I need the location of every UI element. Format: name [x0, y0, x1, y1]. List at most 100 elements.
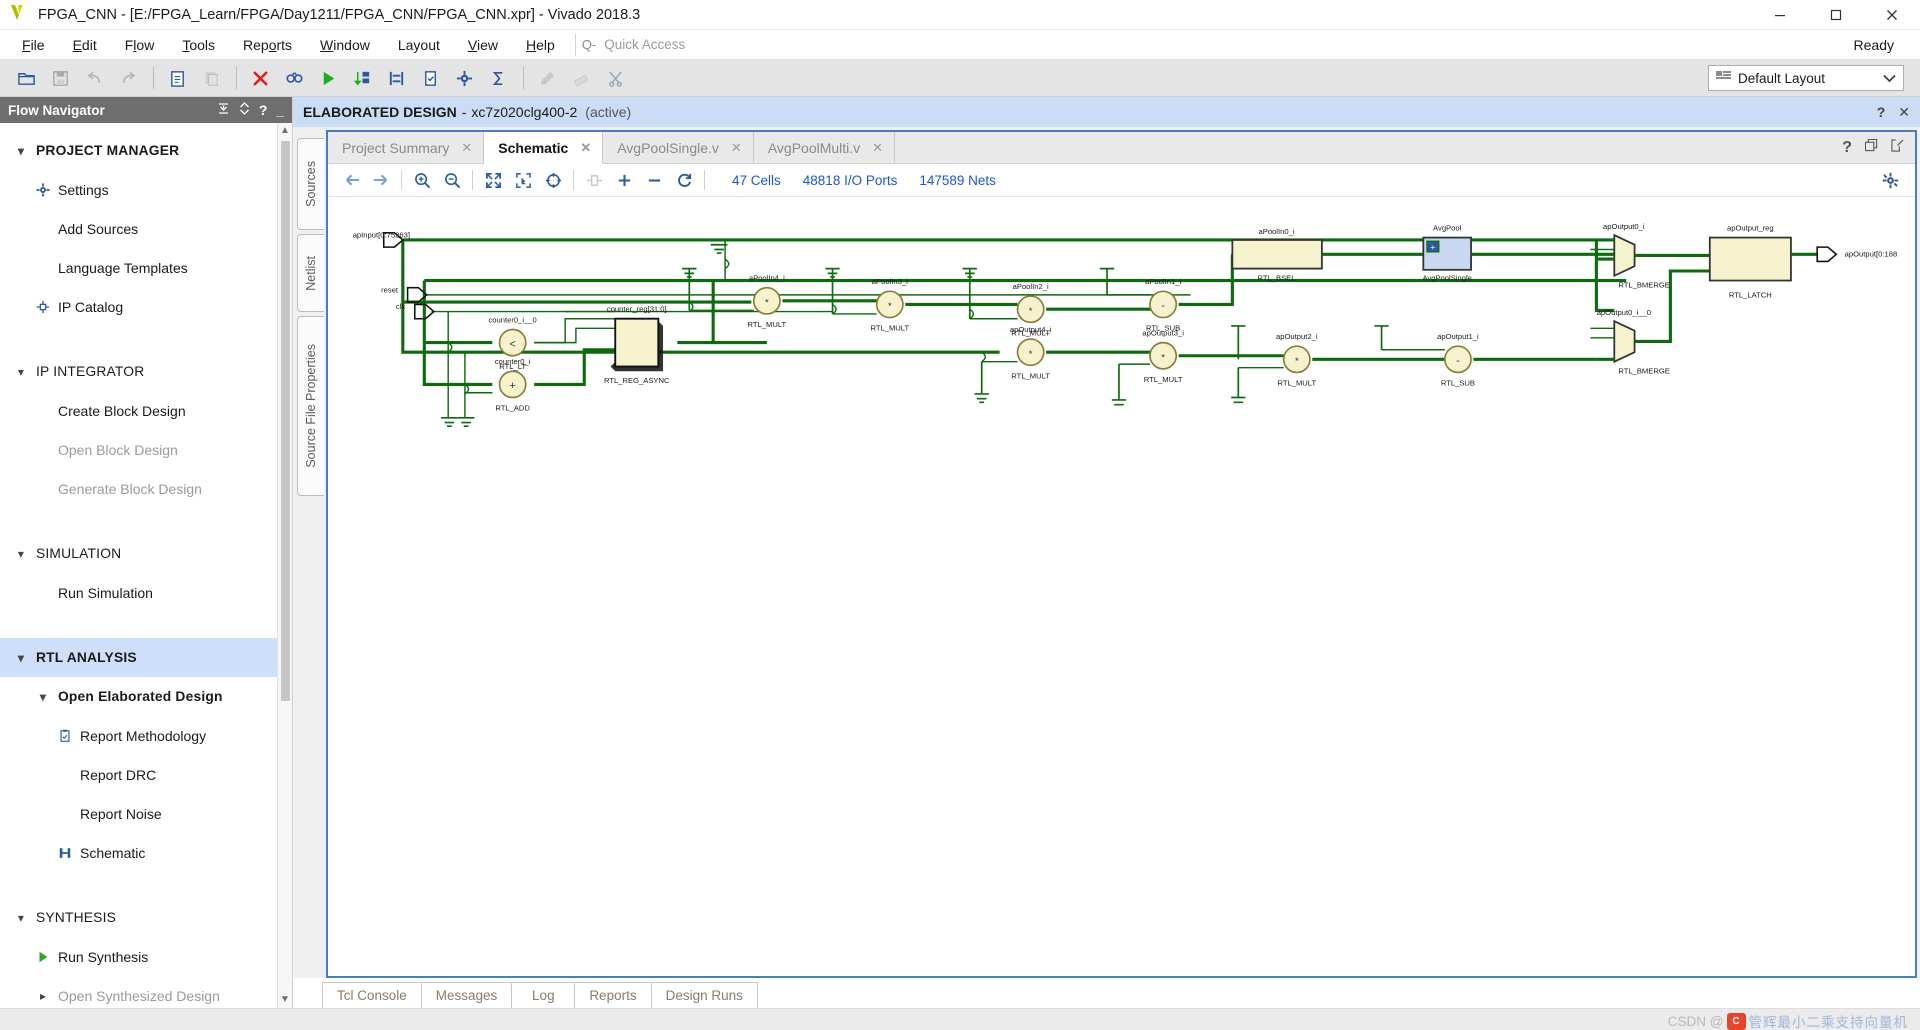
sidebar-section-simulation[interactable]: ▾ SIMULATION [0, 534, 277, 573]
bottom-tab-log[interactable]: Log [511, 982, 576, 1008]
design-header-state: (active) [585, 104, 632, 120]
menu-help[interactable]: Help [512, 30, 569, 60]
main-body: Flow Navigator ? _ ▾ PROJECT MANAGER Set… [0, 97, 1920, 1008]
maximize-icon[interactable] [1891, 138, 1904, 157]
cancel-icon[interactable] [244, 63, 276, 93]
zoom-fit-icon[interactable] [478, 167, 508, 193]
bottom-tab-design-runs[interactable]: Design Runs [650, 982, 758, 1008]
svg-text:aPoolIn2_i: aPoolIn2_i [1013, 282, 1049, 291]
marker-icon [531, 63, 563, 93]
expand-collapse-icon[interactable] [239, 102, 250, 118]
menu-tools[interactable]: Tools [168, 30, 229, 60]
forward-arrow-icon[interactable] [366, 167, 396, 193]
goto-icon[interactable] [380, 63, 412, 93]
compile-order-icon[interactable] [346, 63, 378, 93]
sidebar-item-run-simulation[interactable]: Run Simulation [0, 573, 277, 612]
restore-icon[interactable] [1864, 138, 1878, 157]
sidebar-item-add-sources[interactable]: Add Sources [0, 209, 277, 248]
menu-flow[interactable]: Flow [111, 30, 169, 60]
stat-cells[interactable]: 47 Cells [732, 173, 781, 188]
sidebar-item-create-block-design[interactable]: Create Block Design [0, 391, 277, 430]
close-icon[interactable]: ✕ [731, 140, 742, 156]
zoom-in-icon[interactable] [407, 167, 437, 193]
close-icon[interactable]: ✕ [1898, 104, 1910, 121]
collapse-all-icon[interactable] [217, 102, 230, 118]
close-button[interactable] [1864, 0, 1920, 30]
sidebar-item-report-drc[interactable]: Report DRC [0, 755, 277, 794]
menu-file[interactable]: File [8, 30, 59, 60]
close-icon[interactable]: ✕ [580, 140, 591, 156]
redo-icon[interactable] [112, 63, 144, 93]
plus-icon[interactable] [609, 167, 639, 193]
tab-project-summary[interactable]: Project Summary ✕ [328, 132, 485, 163]
zoom-out-icon[interactable] [437, 167, 467, 193]
help-icon[interactable]: ? [1842, 139, 1852, 157]
vertical-tab-source-file-properties[interactable]: Source File Properties [297, 316, 324, 496]
search-replace-icon[interactable] [278, 63, 310, 93]
sidebar-section-rtl-analysis[interactable]: ▾ RTL ANALYSIS [0, 638, 277, 677]
sidebar-section-ip-integrator[interactable]: ▾ IP INTEGRATOR [0, 352, 277, 391]
sidebar-item-language-templates[interactable]: Language Templates [0, 248, 277, 287]
reload-icon[interactable] [669, 167, 699, 193]
stat-io-ports[interactable]: 48818 I/O Ports [803, 173, 898, 188]
gear-icon[interactable] [1875, 167, 1905, 193]
open-project-icon[interactable] [10, 63, 42, 93]
paste-icon[interactable] [195, 63, 227, 93]
report-icon[interactable] [414, 63, 446, 93]
sidebar-label: Schematic [80, 844, 146, 861]
csdn-logo-icon: C [1726, 1012, 1746, 1030]
tab-schematic[interactable]: Schematic ✕ [484, 132, 604, 164]
vertical-tab-sources[interactable]: Sources [297, 138, 324, 230]
scrollbar-thumb[interactable] [280, 141, 290, 701]
sidebar-item-report-noise[interactable]: Report Noise [0, 794, 277, 833]
layout-select[interactable]: Default Layout [1708, 65, 1904, 91]
flow-navigator-scrollbar[interactable]: ▲ ▼ [277, 123, 292, 1008]
sidebar-item-ip-catalog[interactable]: IP Catalog [0, 287, 277, 326]
settings-icon[interactable] [448, 63, 480, 93]
quick-access-input[interactable]: Quick Access [600, 34, 780, 56]
scroll-up-icon[interactable]: ▲ [280, 123, 290, 139]
sum-icon[interactable] [482, 63, 514, 93]
maximize-button[interactable] [1808, 0, 1864, 30]
copy-icon[interactable] [161, 63, 193, 93]
stat-nets[interactable]: 147589 Nets [919, 173, 996, 188]
run-icon[interactable] [312, 63, 344, 93]
sidebar-section-project-manager[interactable]: ▾ PROJECT MANAGER [0, 131, 277, 170]
sidebar-item-report-methodology[interactable]: Report Methodology [0, 716, 277, 755]
menu-window[interactable]: Window [306, 30, 384, 60]
help-icon[interactable]: ? [1877, 104, 1886, 120]
minus-icon[interactable] [639, 167, 669, 193]
vertical-tab-netlist[interactable]: Netlist [297, 234, 324, 312]
quick-access-wrapper[interactable]: Q- Quick Access [582, 34, 780, 56]
schematic-drawing[interactable]: * * * * - * * - + < + apInput[0:75263] r… [328, 197, 1898, 937]
scroll-down-icon[interactable]: ▼ [280, 992, 290, 1008]
save-project-icon[interactable] [44, 63, 76, 93]
minimize-icon[interactable]: _ [276, 103, 284, 118]
sidebar-item-settings[interactable]: Settings [0, 170, 277, 209]
center-icon[interactable] [538, 167, 568, 193]
back-arrow-icon[interactable] [336, 167, 366, 193]
bottom-tab-messages[interactable]: Messages [420, 982, 513, 1008]
menu-view[interactable]: View [454, 30, 512, 60]
minimize-button[interactable] [1752, 0, 1808, 30]
tab-avgpoolsingle-v[interactable]: AvgPoolSingle.v ✕ [603, 132, 754, 163]
sidebar-item-run-synthesis[interactable]: Run Synthesis [0, 937, 277, 976]
menu-edit[interactable]: Edit [59, 30, 111, 60]
help-icon[interactable]: ? [259, 102, 268, 118]
close-icon[interactable]: ✕ [461, 140, 472, 156]
undo-icon[interactable] [78, 63, 110, 93]
toolbar-divider-3 [523, 67, 524, 89]
menu-reports[interactable]: Reports [229, 30, 306, 60]
bottom-tab-tcl-console[interactable]: Tcl Console [322, 982, 422, 1008]
tab-avgpoolmulti-v[interactable]: AvgPoolMulti.v ✕ [754, 132, 896, 163]
svg-text:aPoolIn1_i: aPoolIn1_i [1145, 277, 1181, 286]
sidebar-section-synthesis[interactable]: ▾ SYNTHESIS [0, 898, 277, 937]
schematic-canvas[interactable]: * * * * - * * - + < + apInput[0:75263] r… [328, 197, 1915, 976]
svg-text:*: * [1161, 353, 1165, 364]
menu-layout[interactable]: Layout [384, 30, 454, 60]
sidebar-item-schematic[interactable]: Schematic [0, 833, 277, 872]
bottom-tab-reports[interactable]: Reports [574, 982, 652, 1008]
sidebar-subsection-open-elaborated-design[interactable]: ▾ Open Elaborated Design [0, 677, 277, 716]
close-icon[interactable]: ✕ [872, 140, 883, 156]
zoom-area-icon[interactable] [508, 167, 538, 193]
